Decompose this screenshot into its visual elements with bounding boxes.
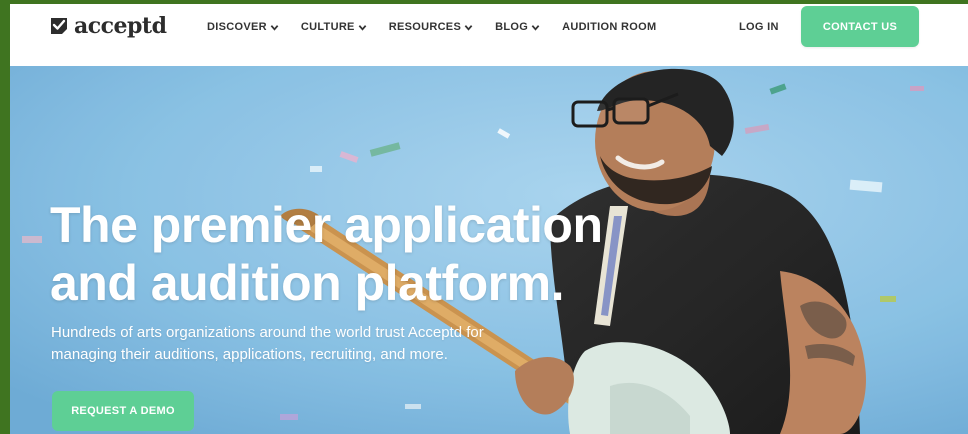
nav-item-resources[interactable]: RESOURCES: [389, 21, 473, 33]
chevron-down-icon: [464, 24, 473, 31]
acceptd-logo-icon: [51, 18, 67, 34]
hero-subtitle-line1: Hundreds of arts organizations around th…: [51, 324, 484, 341]
logo-text: acceptd: [74, 13, 167, 39]
nav-label: AUDITION ROOM: [562, 21, 657, 33]
chevron-down-icon: [358, 24, 367, 31]
chevron-down-icon: [270, 24, 279, 31]
main-nav: DISCOVER CULTURE RESOURCES BLOG AUDITION…: [207, 21, 656, 33]
hero-title-line2: and audition platform.: [50, 255, 564, 311]
hero-section: The premier application and audition pla…: [10, 66, 968, 434]
request-demo-button[interactable]: REQUEST A DEMO: [52, 391, 194, 431]
nav-label: BLOG: [495, 21, 529, 33]
nav-item-audition-room[interactable]: AUDITION ROOM: [562, 21, 656, 33]
contact-us-button[interactable]: CONTACT US: [801, 6, 919, 47]
nav-label: CULTURE: [300, 21, 355, 33]
hero-title: The premier application and audition pla…: [50, 196, 750, 312]
nav-item-culture[interactable]: CULTURE: [301, 21, 367, 33]
hero-subtitle-line2: managing their auditions, applications, …: [51, 346, 448, 363]
browser-viewport: acceptd DISCOVER CULTURE RESOURCES BLOG …: [10, 4, 968, 434]
hero-title-line1: The premier application: [50, 197, 603, 253]
login-link[interactable]: LOG IN: [739, 21, 779, 33]
logo[interactable]: acceptd: [50, 12, 167, 40]
hero-subtitle: Hundreds of arts organizations around th…: [51, 322, 571, 366]
nav-item-blog[interactable]: BLOG: [495, 21, 540, 33]
nav-label: RESOURCES: [388, 21, 462, 33]
nav-item-discover[interactable]: DISCOVER: [207, 21, 279, 33]
chevron-down-icon: [531, 24, 540, 31]
site-header: acceptd DISCOVER CULTURE RESOURCES BLOG …: [10, 4, 968, 66]
nav-label: DISCOVER: [207, 21, 267, 33]
